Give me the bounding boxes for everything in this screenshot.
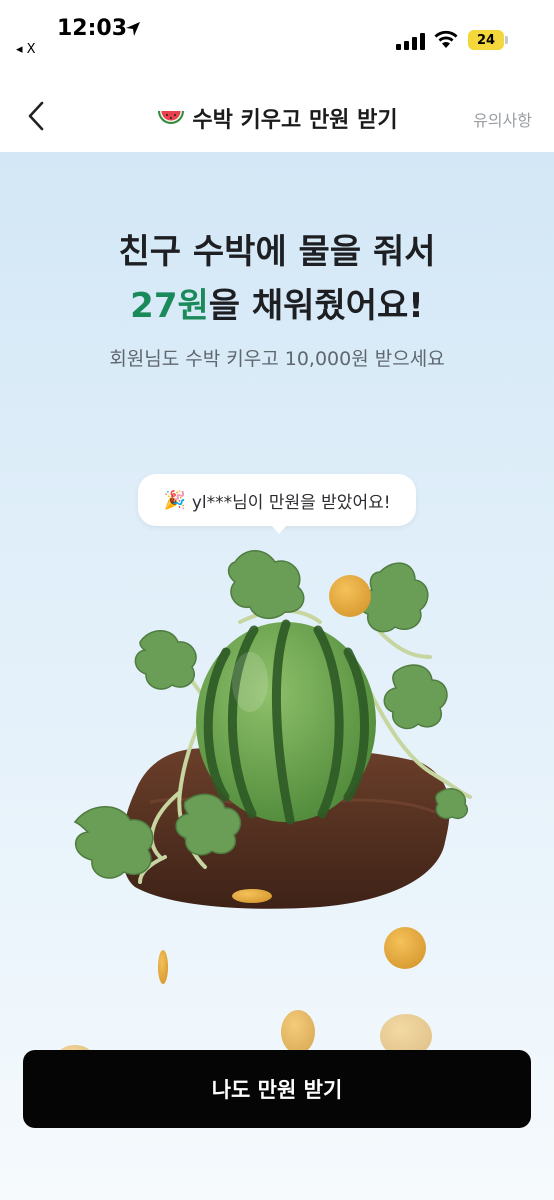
watermelon (196, 619, 376, 825)
cta-label: 나도 만원 받기 (211, 1078, 343, 1102)
subtitle: 회원님도 수박 키우고 10,000원 받으세요 (109, 348, 445, 370)
coin (281, 1010, 315, 1054)
coin (384, 927, 426, 969)
page-title-text: 수박 키우고 만원 받기 (192, 108, 398, 133)
back-to-app-link[interactable]: ◂ X (16, 42, 36, 57)
headline-amount: 27원 (130, 286, 209, 326)
wifi-icon (434, 30, 458, 48)
coin (329, 575, 371, 617)
party-popper-icon: 🎉 (163, 489, 186, 511)
battery-icon: 24 (468, 30, 504, 50)
get-reward-button[interactable]: 나도 만원 받기 (23, 1050, 531, 1128)
bubble-text: yl***님이 만원을 받았어요! (191, 492, 391, 513)
headline-line1: 친구 수박에 물을 줘서 (118, 232, 436, 272)
hero-section: 친구 수박에 물을 줘서 27원을 채워줬어요! 회원님도 수박 키우고 10,… (0, 152, 554, 1200)
battery-level: 24 (476, 32, 496, 48)
battery-tip (505, 36, 508, 44)
cellular-signal-icon (396, 32, 426, 50)
coin (232, 889, 272, 903)
notification-bubble: 🎉 yl***님이 만원을 받았어요! (138, 474, 416, 534)
nav-bar: 수박 키우고 만원 받기 유의사항 (0, 80, 554, 152)
notice-link[interactable]: 유의사항 (473, 107, 532, 131)
headline-line2-rest: 을 채워줬어요! (208, 286, 424, 326)
watermelon-slice-icon (158, 111, 185, 124)
coin (158, 950, 168, 984)
page-title: 수박 키우고 만원 받기 (0, 102, 554, 134)
status-bar: 12:03 ◂ X 24 (0, 0, 554, 80)
location-arrow-icon (126, 22, 140, 36)
status-time: 12:03 (57, 16, 128, 41)
headline-line2: 27원을 채워줬어요! (0, 278, 554, 327)
